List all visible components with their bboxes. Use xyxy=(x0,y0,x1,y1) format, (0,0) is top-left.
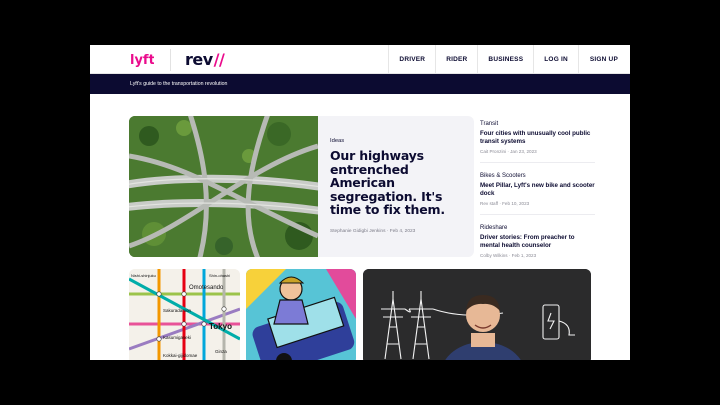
rail-story[interactable]: Rideshare Driver stories: From preacher … xyxy=(480,225,595,266)
rev-logo[interactable]: rev// xyxy=(185,50,225,69)
rail-story-title[interactable]: Driver stories: From preacher to mental … xyxy=(480,234,595,250)
rail-story-category[interactable]: Rideshare xyxy=(480,225,595,231)
transit-map-image: Omotesando Tokyo Sakuradamon Kasumigasek… xyxy=(129,269,240,360)
lyft-logo-text: lyft xyxy=(130,53,154,68)
lyft-logo[interactable]: lyft xyxy=(130,50,154,68)
featured-story-card[interactable]: Ideas Our highways entrenched American s… xyxy=(129,116,474,257)
rail-story-meta: Colby Wilkins · Feb 1, 2023 xyxy=(480,253,537,258)
rail-story[interactable]: Transit Four cities with unusually cool … xyxy=(480,121,595,163)
nav-divider xyxy=(170,49,171,71)
nav-sign-up[interactable]: SIGN UP xyxy=(577,45,630,74)
nav-log-in[interactable]: LOG IN xyxy=(533,45,578,74)
nav-rider[interactable]: RIDER xyxy=(435,45,477,74)
featured-headline[interactable]: Our highways entrenched American segrega… xyxy=(330,149,465,217)
latest-stories-rail: Transit Four cities with unusually cool … xyxy=(480,121,595,276)
site-tagline: Lyft's guide to the transportation revol… xyxy=(130,81,228,87)
map-label: Sakuradamon xyxy=(163,308,192,313)
main-nav: DRIVER RIDER BUSINESS LOG IN SIGN UP xyxy=(388,45,630,74)
map-label: Ginza xyxy=(215,349,227,354)
driver-illustration-image xyxy=(246,269,356,360)
nav-business[interactable]: BUSINESS xyxy=(477,45,533,74)
nav-driver[interactable]: DRIVER xyxy=(388,45,435,74)
top-navigation: lyft rev// DRIVER RIDER BUSINESS LOG IN … xyxy=(90,45,630,74)
map-label: Omotesando xyxy=(189,285,224,291)
rail-story[interactable]: Bikes & Scooters Meet Pillar, Lyft's new… xyxy=(480,173,595,215)
featured-category[interactable]: Ideas xyxy=(330,138,465,144)
rev-logo-mark: // xyxy=(213,50,225,69)
featured-byline: Stephanie Gidigbi Jenkins · Feb 4, 2023 xyxy=(330,228,416,234)
map-label: Tokyo xyxy=(209,322,232,331)
rail-story-category[interactable]: Transit xyxy=(480,121,595,127)
illustration-story-tile[interactable] xyxy=(246,269,356,360)
rail-story-title[interactable]: Meet Pillar, Lyft's new bike and scooter… xyxy=(480,182,595,198)
rail-story-meta: Cait Pronzini · Jan 23, 2023 xyxy=(480,149,595,163)
map-label: Nishi-shinjuku xyxy=(131,273,156,278)
browser-viewport: lyft rev// DRIVER RIDER BUSINESS LOG IN … xyxy=(90,45,630,360)
highway-interchange-image[interactable] xyxy=(129,116,318,257)
map-label: Kasumigaseki xyxy=(163,335,191,340)
map-label: Kokkai-gijidomae xyxy=(163,353,198,358)
video-story-tile[interactable] xyxy=(363,269,591,360)
transit-map-story-tile[interactable]: Omotesando Tokyo Sakuradamon Kasumigasek… xyxy=(129,269,240,360)
map-label: Shin-ohashi xyxy=(209,273,230,278)
energy-video-image xyxy=(363,269,591,360)
featured-story-text: Ideas Our highways entrenched American s… xyxy=(330,138,465,234)
rev-logo-text: rev xyxy=(185,50,213,69)
rail-story-category[interactable]: Bikes & Scooters xyxy=(480,173,595,179)
tagline-bar: Lyft's guide to the transportation revol… xyxy=(90,74,630,94)
rail-story-title[interactable]: Four cities with unusually cool public t… xyxy=(480,130,595,146)
rail-story-meta: Rev staff · Feb 10, 2023 xyxy=(480,201,595,215)
